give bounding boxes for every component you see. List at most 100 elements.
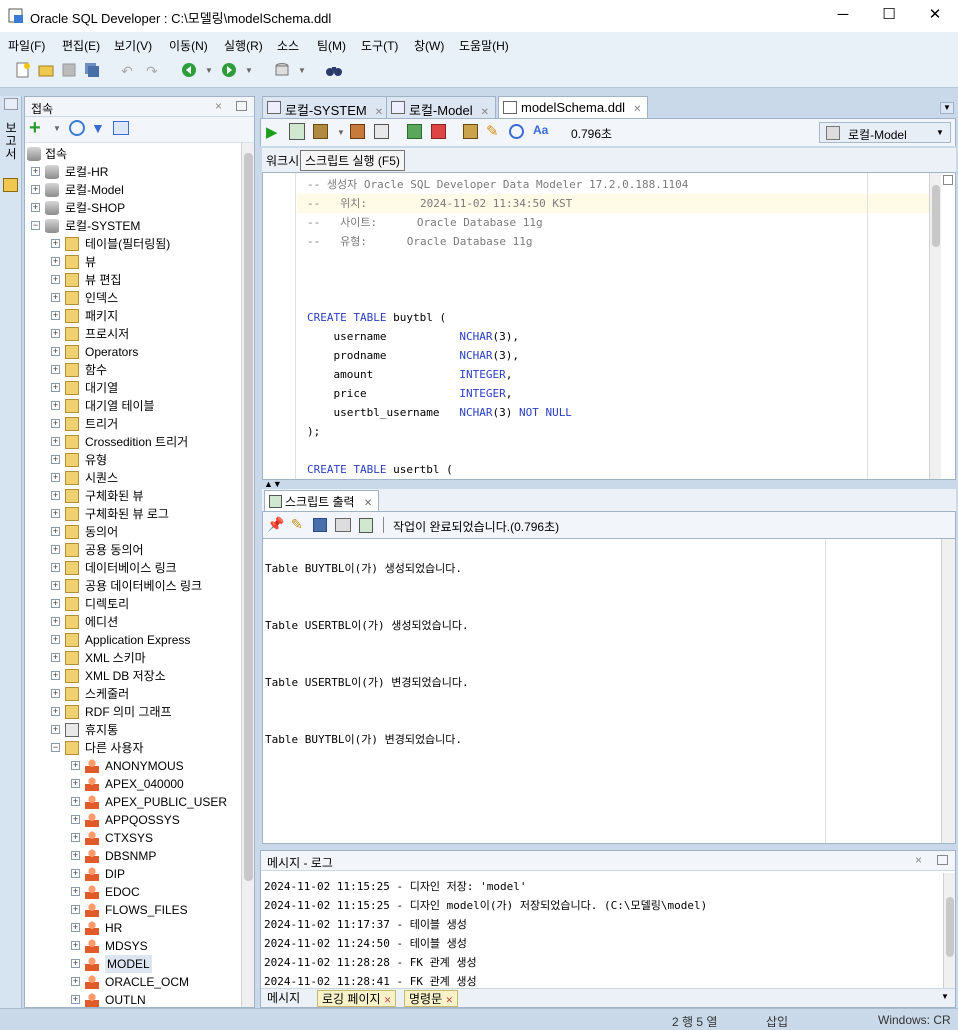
close-window-button[interactable]: ✕ — [912, 0, 958, 32]
menu-edit[interactable]: 편집(E) — [62, 37, 100, 54]
menu-view[interactable]: 보기(V) — [114, 37, 152, 54]
clear-eraser-icon[interactable]: ✎ — [291, 516, 303, 533]
buffer-icon[interactable] — [359, 518, 373, 533]
rollback-icon[interactable] — [431, 124, 446, 139]
expand-icon[interactable]: + — [51, 401, 60, 410]
code-content[interactable]: -- 생성자 Oracle SQL Developer Data Modeler… — [307, 175, 907, 476]
expand-icon[interactable]: + — [51, 419, 60, 428]
save-icon[interactable] — [60, 62, 78, 80]
close-tab-icon[interactable]: ✕ — [384, 995, 392, 1005]
schema-browser-icon[interactable] — [113, 121, 129, 135]
menu-tools[interactable]: 도구(T) — [361, 37, 398, 54]
expand-icon[interactable]: + — [31, 167, 40, 176]
expand-icon[interactable]: + — [51, 239, 60, 248]
expand-icon[interactable]: + — [51, 455, 60, 464]
refresh-icon[interactable] — [69, 120, 85, 136]
format-case-icon[interactable]: Aa — [533, 123, 548, 137]
expand-icon[interactable]: + — [71, 995, 80, 1004]
tab-list-dropdown-icon[interactable]: ▼ — [940, 102, 954, 114]
expand-icon[interactable]: + — [51, 329, 60, 338]
script-output-area[interactable]: Table BUYTBL이(가) 생성되었습니다. Table USERTBL이… — [262, 538, 956, 844]
connections-scrollbar[interactable] — [241, 143, 254, 1007]
commit-icon[interactable] — [407, 124, 422, 139]
expand-icon[interactable]: + — [51, 347, 60, 356]
collapse-icon[interactable]: − — [51, 743, 60, 752]
splitter-arrows-icon[interactable]: ▲▼ — [264, 480, 282, 489]
expand-icon[interactable]: + — [71, 779, 80, 788]
expand-icon[interactable]: + — [51, 491, 60, 500]
expand-icon[interactable]: + — [71, 833, 80, 842]
reports-side-tab[interactable]: 보고서 — [3, 122, 19, 161]
tab-logging-page[interactable]: 로깅 페이지 ✕ — [317, 990, 397, 1007]
expand-icon[interactable]: + — [51, 257, 60, 266]
close-tab-icon[interactable]: ✕ — [375, 107, 383, 118]
add-dropdown-icon[interactable]: ▼ — [53, 124, 61, 133]
close-tab-icon[interactable]: ✕ — [445, 995, 453, 1005]
run-script-icon[interactable] — [289, 123, 305, 140]
expand-icon[interactable]: + — [51, 581, 60, 590]
expand-icon[interactable]: + — [71, 761, 80, 770]
expand-icon[interactable]: + — [71, 905, 80, 914]
binoculars-icon[interactable] — [325, 62, 343, 80]
worksheet-tab[interactable]: 워크시 — [266, 152, 299, 169]
output-scrollbar[interactable] — [941, 539, 955, 843]
close-tab-icon[interactable]: ✕ — [364, 498, 372, 509]
save-output-icon[interactable] — [313, 518, 327, 532]
minimize-panel-icon[interactable] — [937, 855, 948, 865]
redo-icon[interactable]: ↷ — [143, 62, 161, 80]
expand-icon[interactable]: + — [51, 545, 60, 554]
tab-script-output[interactable]: 스크립트 출력 ✕ — [264, 490, 380, 511]
expand-icon[interactable]: + — [51, 275, 60, 284]
expand-icon[interactable]: + — [71, 923, 80, 932]
sql-dropdown-icon[interactable]: ▼ — [293, 62, 311, 80]
expand-icon[interactable]: + — [71, 941, 80, 950]
autotrace-dropdown-icon[interactable]: ▼ — [337, 128, 345, 137]
close-panel-icon[interactable]: × — [215, 99, 222, 113]
expand-icon[interactable]: + — [71, 887, 80, 896]
expand-icon[interactable]: + — [51, 437, 60, 446]
reports-window-icon[interactable] — [4, 98, 18, 110]
expand-icon[interactable]: + — [51, 527, 60, 536]
explain-plan-icon[interactable] — [350, 124, 365, 139]
expand-icon[interactable]: + — [71, 977, 80, 986]
expand-icon[interactable]: + — [71, 959, 80, 968]
menu-source[interactable]: 소스 — [277, 37, 299, 54]
expand-icon[interactable]: + — [51, 689, 60, 698]
menu-team[interactable]: 팀(M) — [317, 37, 346, 54]
expand-icon[interactable]: + — [51, 635, 60, 644]
expand-icon[interactable]: + — [51, 707, 60, 716]
log-tab-dropdown-icon[interactable]: ▼ — [941, 992, 949, 1001]
collapse-icon[interactable]: − — [31, 221, 40, 230]
sql-history-icon[interactable] — [509, 124, 524, 139]
print-icon[interactable] — [335, 518, 351, 532]
navigator-icon[interactable] — [3, 178, 18, 192]
expand-icon[interactable]: + — [71, 851, 80, 860]
maximize-button[interactable]: ☐ — [866, 0, 912, 32]
expand-icon[interactable]: + — [71, 797, 80, 806]
expand-icon[interactable]: + — [51, 509, 60, 518]
connection-selector[interactable]: 로컬-Model ▼ — [819, 122, 951, 143]
expand-icon[interactable]: + — [51, 725, 60, 734]
back-icon[interactable] — [180, 62, 198, 80]
close-tab-icon[interactable]: ✕ — [633, 104, 641, 115]
minimize-button[interactable]: ─ — [820, 0, 866, 32]
close-panel-icon[interactable]: × — [915, 853, 922, 867]
add-connection-icon[interactable]: + — [29, 117, 41, 140]
menu-navigate[interactable]: 이동(N) — [169, 37, 208, 54]
expand-icon[interactable]: + — [51, 293, 60, 302]
editor-scroll-thumb[interactable] — [932, 185, 940, 247]
expand-icon[interactable]: + — [51, 473, 60, 482]
open-folder-icon[interactable] — [37, 62, 55, 80]
expand-icon[interactable]: + — [51, 671, 60, 680]
tab-modelschema-ddl[interactable]: modelSchema.ddl ✕ — [498, 96, 649, 118]
tab-local-model[interactable]: 로컬-Model ✕ — [386, 96, 497, 118]
expand-icon[interactable]: + — [31, 203, 40, 212]
expand-icon[interactable]: + — [51, 563, 60, 572]
save-all-icon[interactable] — [83, 62, 101, 80]
filter-icon[interactable]: ▼ — [91, 120, 105, 136]
menu-run[interactable]: 실행(R) — [224, 37, 263, 54]
log-scroll-thumb[interactable] — [946, 897, 954, 957]
minimize-panel-icon[interactable] — [236, 101, 247, 111]
tab-statements[interactable]: 명령문 ✕ — [404, 990, 459, 1007]
sql-worksheet-icon[interactable] — [273, 62, 291, 80]
